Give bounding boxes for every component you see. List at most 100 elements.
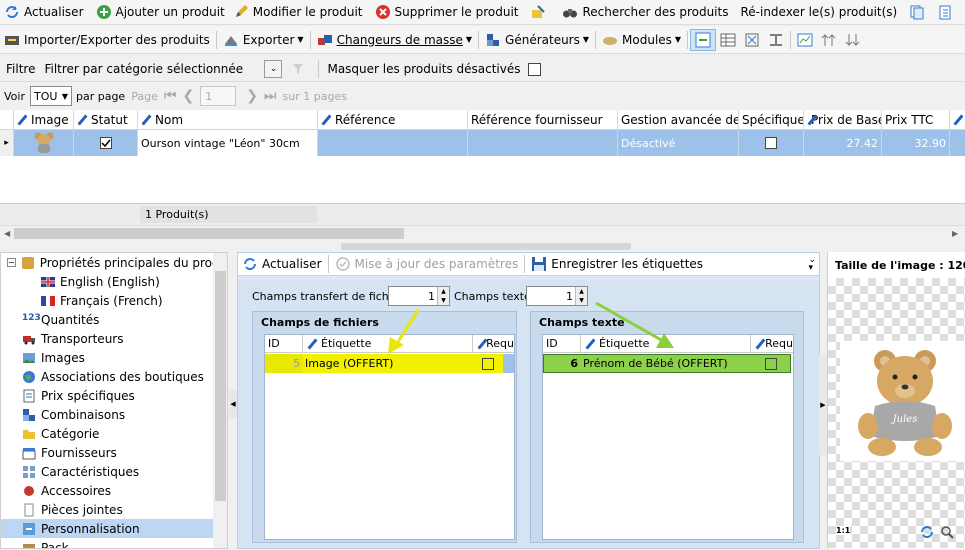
shop-icon (22, 446, 36, 460)
hide-disabled-checkbox[interactable] (527, 62, 541, 76)
search-products-button[interactable]: Rechercher des produits (558, 0, 732, 24)
expand-button[interactable] (764, 26, 788, 53)
hide-disabled-label: Masquer les produits désactivés (327, 62, 521, 76)
truck-icon (22, 332, 36, 346)
sort-down-button[interactable] (841, 26, 865, 53)
delete-product-button[interactable]: Supprimer le produit (371, 0, 523, 24)
view-toggle-button[interactable] (690, 28, 717, 51)
product-name-cell[interactable]: Ourson vintage "Léon" 30cm (138, 130, 318, 156)
tree-item-customization[interactable]: Personnalisation (1, 519, 213, 538)
collapse-right-icon[interactable]: ▶ (819, 355, 827, 455)
tree-root[interactable]: − Propriétés principales du produit (1, 253, 227, 272)
last-page-icon[interactable]: ⏭ (264, 88, 277, 104)
row-indicator-icon: ▸ (0, 130, 14, 156)
prev-page-icon[interactable]: ❮ (182, 88, 194, 104)
chevron-down-icon[interactable]: ⌄ (264, 60, 283, 78)
status-cell[interactable] (74, 130, 138, 156)
column-reference[interactable]: Référence (318, 110, 468, 129)
tree-item-combinations[interactable]: Combinaisons (1, 405, 213, 424)
price-ttc-cell[interactable]: 32.90 (882, 130, 950, 156)
status-checkbox[interactable] (99, 137, 112, 149)
page-number-input[interactable]: 1 (200, 86, 237, 106)
image-icon (22, 351, 36, 365)
column-status[interactable]: Statut (74, 110, 138, 129)
modules-dropdown[interactable]: Modules ▼ (598, 26, 685, 53)
import-export-button[interactable]: Importer/Exporter des produits (0, 26, 214, 53)
advanced-stock-cell[interactable]: Désactivé (618, 130, 739, 156)
bear-shirt-text: Jules (891, 414, 918, 425)
specific-cell[interactable] (739, 130, 804, 156)
reference-cell[interactable] (318, 130, 468, 156)
column-advanced-stock[interactable]: Gestion avancée des stock (618, 110, 739, 129)
per-page-select[interactable]: TOU ▼ (29, 86, 72, 106)
column-base-price[interactable]: Prix de Base (804, 110, 882, 129)
generators-dropdown[interactable]: Générateurs ▼ (481, 26, 593, 53)
tree-item-images[interactable]: Images (1, 348, 213, 367)
tree-item-accessories[interactable]: Accessoires (1, 481, 213, 500)
grid-footer: 1 Produit(s) (0, 203, 965, 225)
customization-icon (22, 522, 36, 536)
column-price-ttc[interactable]: Prix TTC (882, 110, 950, 129)
numbers-icon: 123 (22, 312, 41, 323)
generators-icon (485, 32, 501, 48)
tree-scrollbar[interactable] (213, 253, 227, 548)
chart-button[interactable] (793, 26, 817, 53)
tree-item-suppliers[interactable]: Fournisseurs (1, 443, 213, 462)
table-view-button[interactable] (716, 26, 740, 53)
column-name[interactable]: Nom (138, 110, 318, 129)
zoom-icon[interactable] (940, 525, 954, 542)
bulk-changers-dropdown[interactable]: Changeurs de masse ▼ (313, 26, 476, 53)
page-label: Page (131, 89, 158, 103)
column-specific[interactable]: Spécifique (739, 110, 804, 129)
first-page-icon[interactable]: ⏮ (164, 88, 177, 104)
clear-filter-icon[interactable] (290, 61, 306, 77)
tree-item-french[interactable]: Français (French) (1, 291, 213, 310)
tree-item-shop-associations[interactable]: Associations des boutiques (1, 367, 213, 386)
tree-item-pack[interactable]: Pack (1, 538, 213, 548)
copy-button[interactable] (905, 0, 933, 24)
column-supplier-reference[interactable]: Référence fournisseur (468, 110, 618, 129)
horizontal-scrollbar[interactable]: ◀ ▶ (0, 225, 965, 241)
expand-icon (768, 32, 784, 48)
actual-size-icon[interactable]: 1:1 (836, 526, 851, 535)
chevron-down-icon: ▼ (582, 35, 590, 44)
tree-item-specific-prices[interactable]: Prix spécifiques (1, 386, 213, 405)
base-price-cell[interactable]: 27.42 (804, 130, 882, 156)
import-export-label: Importer/Exporter des produits (24, 32, 210, 47)
edit-product-button[interactable]: Modifier le produit (229, 0, 367, 24)
pencil-icon (77, 115, 87, 125)
scrollbar-thumb[interactable] (14, 228, 404, 239)
rotate-icon[interactable] (920, 525, 934, 542)
export-dropdown[interactable]: Exporter ▼ (219, 26, 308, 53)
search-products-label: Rechercher des produits (582, 5, 729, 19)
tree-item-features[interactable]: Caractéristiques (1, 462, 213, 481)
product-preview-image: Jules (840, 341, 965, 461)
table-row[interactable]: ▸ Ourson vintage "Léon" 30cm Désactivé 2… (0, 130, 965, 156)
column-image[interactable]: Image (14, 110, 74, 129)
tree-item-category[interactable]: Catégorie (1, 424, 213, 443)
fit-button[interactable] (740, 26, 764, 53)
refresh-button[interactable]: Actualiser (0, 0, 88, 24)
export-doc-button[interactable] (961, 0, 965, 24)
wand-button[interactable] (526, 0, 554, 24)
tree-item-attachments[interactable]: Pièces jointes (1, 500, 213, 519)
category-filter-select[interactable]: Filtrer par catégorie sélectionnée (44, 62, 252, 76)
sort-down-icon (845, 32, 861, 48)
supplier-reference-cell[interactable] (468, 130, 618, 156)
next-page-icon[interactable]: ❯ (246, 88, 258, 104)
specific-checkbox[interactable] (765, 137, 777, 149)
combinations-icon (22, 408, 36, 422)
tree-item-english[interactable]: English (English) (1, 272, 213, 291)
tree-item-carriers[interactable]: Transporteurs (1, 329, 213, 348)
collapse-left-icon[interactable]: ◀ (229, 390, 237, 418)
tree-item-quantities[interactable]: 123 Quantités (1, 310, 213, 329)
product-thumbnail[interactable] (14, 130, 74, 156)
add-product-button[interactable]: Ajouter un produit (92, 0, 229, 24)
scroll-right-icon[interactable]: ▶ (952, 229, 958, 238)
scroll-left-icon[interactable]: ◀ (4, 229, 10, 238)
splitter-handle[interactable] (341, 243, 631, 250)
reindex-button[interactable]: Ré-indexer le(s) produit(s) (736, 0, 901, 24)
pencil-icon (953, 115, 961, 125)
sort-up-button[interactable] (817, 26, 841, 53)
paste-button[interactable] (933, 0, 961, 24)
